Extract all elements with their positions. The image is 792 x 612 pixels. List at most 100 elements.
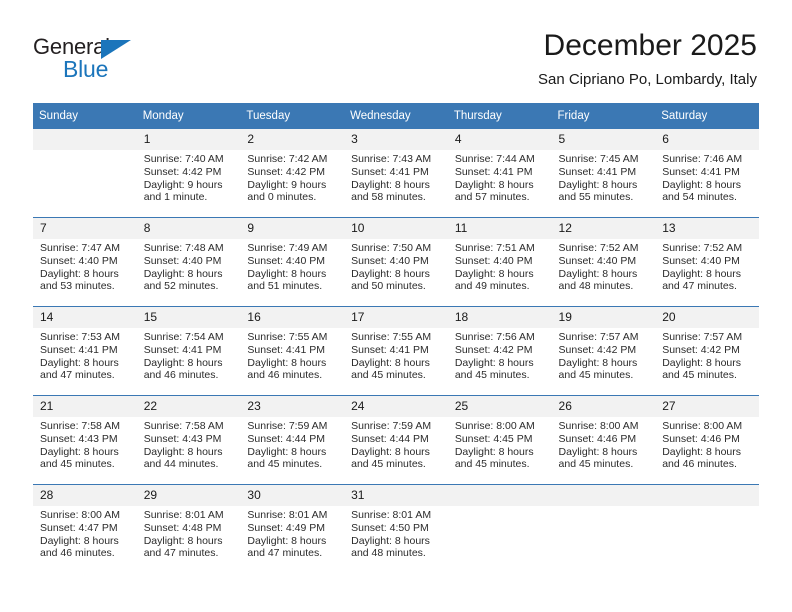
day-number: 20	[655, 307, 759, 328]
daylight-text-line2: and 48 minutes.	[558, 280, 634, 293]
calendar-cell-empty	[447, 484, 552, 573]
day-details: Sunrise: 7:55 AM Sunset: 4:41 PM Daylight:…	[240, 328, 344, 382]
sunrise-text: Sunrise: 7:46 AM	[662, 153, 743, 165]
sunset-text: Sunset: 4:46 PM	[662, 432, 740, 445]
weekday-header-saturday: Saturday	[655, 103, 759, 129]
day-number: 8	[136, 218, 241, 239]
calendar-day-cell[interactable]: 2 Sunrise: 7:42 AM Sunset: 4:42 PM Daylight…	[240, 129, 345, 218]
calendar-cell-inner: 13 Sunrise: 7:52 AM Sunset: 4:40 PM Dayligh…	[655, 218, 759, 306]
calendar-day-cell[interactable]: 31 Sunrise: 8:01 AM Sunset: 4:50 PM Dayligh…	[344, 484, 448, 573]
calendar-day-cell[interactable]: 28 Sunrise: 8:00 AM Sunset: 4:47 PM Dayligh…	[33, 484, 137, 573]
calendar-cell-inner: 12 Sunrise: 7:52 AM Sunset: 4:40 PM Dayligh…	[551, 218, 656, 306]
calendar-day-cell[interactable]: 27 Sunrise: 8:00 AM Sunset: 4:46 PM Dayligh…	[655, 395, 759, 485]
calendar-week-row: 1 Sunrise: 7:40 AM Sunset: 4:42 PM Daylight…	[33, 129, 759, 218]
calendar-cell-inner: 6 Sunrise: 7:46 AM Sunset: 4:41 PM Daylight…	[655, 129, 759, 217]
sunset-text: Sunset: 4:41 PM	[454, 165, 533, 178]
daylight-text-line2: and 44 minutes.	[143, 458, 219, 471]
calendar-cell-empty	[551, 484, 656, 573]
calendar-day-cell[interactable]: 17 Sunrise: 7:55 AM Sunset: 4:41 PM Dayligh…	[344, 306, 448, 396]
calendar-day-cell[interactable]: 20 Sunrise: 7:57 AM Sunset: 4:42 PM Dayligh…	[655, 306, 759, 396]
general-blue-logo[interactable]: General Blue	[33, 34, 173, 84]
calendar-day-cell[interactable]: 1 Sunrise: 7:40 AM Sunset: 4:42 PM Daylight…	[136, 129, 241, 218]
logo-text-blue: Blue	[63, 56, 109, 82]
calendar-day-cell[interactable]: 8 Sunrise: 7:48 AM Sunset: 4:40 PM Daylight…	[136, 217, 241, 307]
sunset-text: Sunset: 4:48 PM	[143, 521, 222, 534]
sunrise-text: Sunrise: 7:50 AM	[351, 242, 432, 254]
calendar-day-cell[interactable]: 12 Sunrise: 7:52 AM Sunset: 4:40 PM Dayligh…	[551, 217, 656, 307]
daylight-text-line2: and 0 minutes.	[247, 191, 317, 204]
calendar-day-cell[interactable]: 11 Sunrise: 7:51 AM Sunset: 4:40 PM Dayligh…	[447, 217, 552, 307]
day-number	[551, 485, 656, 506]
calendar-day-cell[interactable]: 15 Sunrise: 7:54 AM Sunset: 4:41 PM Dayligh…	[136, 306, 241, 396]
sunrise-text: Sunrise: 8:01 AM	[247, 509, 328, 521]
calendar-day-cell[interactable]: 30 Sunrise: 8:01 AM Sunset: 4:49 PM Dayligh…	[240, 484, 345, 573]
weekday-header-wednesday: Wednesday	[344, 103, 448, 129]
calendar-page: General Blue December 2025 San Cipriano …	[0, 0, 792, 612]
calendar-cell-inner: 7 Sunrise: 7:47 AM Sunset: 4:40 PM Daylight…	[33, 218, 137, 306]
daylight-text-line1: Daylight: 8 hours	[351, 445, 430, 458]
calendar-day-cell[interactable]: 13 Sunrise: 7:52 AM Sunset: 4:40 PM Dayligh…	[655, 217, 759, 307]
calendar-day-cell[interactable]: 26 Sunrise: 8:00 AM Sunset: 4:46 PM Dayligh…	[551, 395, 656, 485]
calendar-cell-inner: 10 Sunrise: 7:50 AM Sunset: 4:40 PM Dayligh…	[344, 218, 448, 306]
calendar-day-cell[interactable]: 29 Sunrise: 8:01 AM Sunset: 4:48 PM Dayligh…	[136, 484, 241, 573]
sunset-text: Sunset: 4:44 PM	[247, 432, 326, 445]
day-number: 7	[33, 218, 137, 239]
calendar-day-cell[interactable]: 4 Sunrise: 7:44 AM Sunset: 4:41 PM Daylight…	[447, 129, 552, 218]
day-details: Sunrise: 7:53 AM Sunset: 4:41 PM Daylight:…	[33, 328, 137, 382]
day-details: Sunrise: 7:40 AM Sunset: 4:42 PM Daylight:…	[137, 150, 241, 204]
sunrise-text: Sunrise: 7:43 AM	[351, 153, 432, 165]
calendar-cell-inner: 24 Sunrise: 7:59 AM Sunset: 4:44 PM Dayligh…	[344, 396, 448, 484]
sunrise-text: Sunrise: 7:56 AM	[454, 331, 535, 343]
daylight-text-line1: Daylight: 8 hours	[143, 445, 223, 458]
weekday-header-sunday: Sunday	[33, 103, 137, 129]
calendar-cell-inner: 15 Sunrise: 7:54 AM Sunset: 4:41 PM Dayligh…	[136, 307, 241, 395]
calendar-day-cell[interactable]: 10 Sunrise: 7:50 AM Sunset: 4:40 PM Dayligh…	[344, 217, 448, 307]
day-number: 5	[551, 129, 656, 150]
day-details: Sunrise: 7:42 AM Sunset: 4:42 PM Daylight:…	[240, 150, 344, 204]
calendar-day-cell[interactable]: 19 Sunrise: 7:57 AM Sunset: 4:42 PM Dayligh…	[551, 306, 656, 396]
page-header: General Blue December 2025 San Cipriano …	[0, 0, 792, 103]
calendar-day-cell[interactable]: 14 Sunrise: 7:53 AM Sunset: 4:41 PM Dayligh…	[33, 306, 137, 396]
day-details: Sunrise: 8:01 AM Sunset: 4:48 PM Daylight:…	[137, 506, 241, 560]
day-details: Sunrise: 7:44 AM Sunset: 4:41 PM Daylight:…	[448, 150, 552, 204]
calendar-day-cell[interactable]: 22 Sunrise: 7:58 AM Sunset: 4:43 PM Dayligh…	[136, 395, 241, 485]
day-number: 31	[344, 485, 448, 506]
daylight-text-line2: and 50 minutes.	[351, 280, 426, 293]
day-number: 6	[655, 129, 759, 150]
sunrise-text: Sunrise: 7:59 AM	[247, 420, 328, 432]
calendar-day-cell[interactable]: 21 Sunrise: 7:58 AM Sunset: 4:43 PM Dayligh…	[33, 395, 137, 485]
daylight-text-line2: and 45 minutes.	[40, 458, 115, 471]
calendar-week-row: 28 Sunrise: 8:00 AM Sunset: 4:47 PM Dayligh…	[33, 484, 759, 573]
calendar-week-row: 21 Sunrise: 7:58 AM Sunset: 4:43 PM Dayligh…	[33, 395, 759, 485]
calendar-cell-inner	[655, 485, 759, 573]
sunset-text: Sunset: 4:40 PM	[454, 254, 533, 267]
calendar-day-cell[interactable]: 18 Sunrise: 7:56 AM Sunset: 4:42 PM Dayligh…	[447, 306, 552, 396]
day-details: Sunrise: 7:58 AM Sunset: 4:43 PM Daylight:…	[137, 417, 241, 471]
calendar-day-cell[interactable]: 16 Sunrise: 7:55 AM Sunset: 4:41 PM Dayligh…	[240, 306, 345, 396]
daylight-text-line2: and 45 minutes.	[662, 369, 737, 382]
calendar-cell-empty	[33, 129, 137, 218]
daylight-text-line2: and 46 minutes.	[40, 547, 115, 560]
calendar-day-cell[interactable]: 7 Sunrise: 7:47 AM Sunset: 4:40 PM Daylight…	[33, 217, 137, 307]
calendar-day-cell[interactable]: 5 Sunrise: 7:45 AM Sunset: 4:41 PM Daylight…	[551, 129, 656, 218]
day-details: Sunrise: 7:58 AM Sunset: 4:43 PM Daylight:…	[33, 417, 137, 471]
daylight-text-line1: Daylight: 8 hours	[662, 178, 742, 191]
sunrise-text: Sunrise: 7:53 AM	[40, 331, 120, 343]
day-number: 28	[33, 485, 137, 506]
day-number: 14	[33, 307, 137, 328]
calendar-day-cell[interactable]: 9 Sunrise: 7:49 AM Sunset: 4:40 PM Daylight…	[240, 217, 345, 307]
calendar-day-cell[interactable]: 6 Sunrise: 7:46 AM Sunset: 4:41 PM Daylight…	[655, 129, 759, 218]
sunset-text: Sunset: 4:41 PM	[40, 343, 118, 356]
weekday-header-row: Sunday Monday Tuesday Wednesday Thursday…	[33, 103, 759, 129]
calendar-cell-inner: 17 Sunrise: 7:55 AM Sunset: 4:41 PM Dayligh…	[344, 307, 448, 395]
day-number: 16	[240, 307, 345, 328]
calendar-day-cell[interactable]: 24 Sunrise: 7:59 AM Sunset: 4:44 PM Dayligh…	[344, 395, 448, 485]
sunrise-text: Sunrise: 7:58 AM	[143, 420, 224, 432]
sunrise-text: Sunrise: 7:52 AM	[662, 242, 743, 254]
day-number: 26	[551, 396, 656, 417]
daylight-text-line2: and 45 minutes.	[351, 369, 426, 382]
daylight-text-line1: Daylight: 8 hours	[558, 178, 638, 191]
calendar-day-cell[interactable]: 3 Sunrise: 7:43 AM Sunset: 4:41 PM Daylight…	[344, 129, 448, 218]
calendar-day-cell[interactable]: 23 Sunrise: 7:59 AM Sunset: 4:44 PM Dayligh…	[240, 395, 345, 485]
calendar-day-cell[interactable]: 25 Sunrise: 8:00 AM Sunset: 4:45 PM Dayligh…	[447, 395, 552, 485]
